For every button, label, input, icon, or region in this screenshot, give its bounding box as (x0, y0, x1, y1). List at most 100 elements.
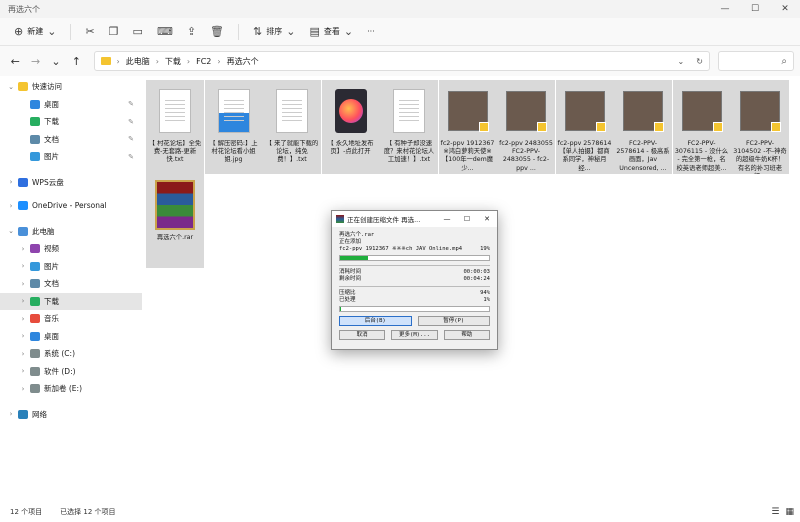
sidebar-item[interactable]: › 网络 (0, 406, 142, 424)
sidebar-item-label: 视频 (44, 244, 59, 254)
file-tile[interactable]: FC2-PPV-3076115 - 没什么 - 完全第一枪，名校英语老师超美..… (672, 80, 731, 174)
search-icon: ⌕ (781, 55, 787, 67)
search-input[interactable]: ⌕ (717, 51, 794, 71)
sidebar-item[interactable]: › 软件 (D:) (0, 363, 142, 381)
sidebar-item[interactable]: › 音乐 (0, 310, 142, 328)
sidebar-item[interactable]: ⌄ 快速访问 (0, 78, 142, 96)
details-view-icon[interactable]: ☰ (771, 507, 779, 517)
chevron-down-icon[interactable]: ⌄ (678, 57, 685, 66)
help-button[interactable]: 帮助 (443, 330, 490, 340)
file-tile[interactable]: 【 村花论坛】全免费-无套路-更新快.txt (146, 80, 204, 174)
expand-icon[interactable]: › (18, 367, 28, 375)
sidebar-item[interactable]: 文档 ✎ (0, 131, 142, 149)
breadcrumb-item[interactable]: FC2 (196, 57, 211, 66)
breadcrumb-item[interactable]: 此电脑 (126, 56, 150, 67)
expand-icon[interactable]: › (18, 245, 28, 253)
file-tile[interactable]: 【 有种子却没速度？来村花论坛人工加速！】.txt (380, 80, 438, 174)
maximize-button[interactable]: ☐ (740, 4, 770, 14)
view-icon: ▤ (309, 25, 320, 38)
copy-button[interactable]: ❐ (103, 22, 125, 41)
large-icons-view-icon[interactable]: ▦ (785, 507, 794, 517)
sidebar-item[interactable]: › 视频 (0, 240, 142, 258)
file-tile[interactable]: 【 永久地址发布页】-点此打开 (321, 80, 380, 174)
new-button[interactable]: ⊕ 新建 ⌄ (8, 22, 62, 41)
share-button[interactable]: ⇪ (181, 22, 202, 41)
sidebar-item[interactable]: 下载 ✎ (0, 113, 142, 131)
forward-button[interactable]: → (26, 55, 44, 68)
background-button[interactable]: 后台(B) (339, 316, 412, 326)
file-tile[interactable]: FC2-PPV-2578614 - 极高系画面，Jav Uncensored, … (614, 80, 672, 174)
mode-button[interactable]: 更多(M)... (391, 330, 438, 340)
paste-button[interactable]: ▭ (127, 22, 149, 41)
sidebar-item[interactable]: › 图片 (0, 258, 142, 276)
expand-icon[interactable]: ⌄ (6, 83, 16, 91)
expand-icon[interactable]: › (18, 262, 28, 270)
pin-icon: ✎ (128, 100, 134, 109)
file-tile[interactable]: 【 来了就能下载的论坛，纯免费！】.txt (263, 80, 321, 174)
recent-button[interactable]: ⌄ (47, 55, 65, 68)
view-button[interactable]: ▤ 查看 ⌄ (303, 22, 359, 41)
file-name: fc2-ppv 1912367 ※鸿白萝莉天使※【100年一dem魔少... (440, 140, 495, 172)
file-tile[interactable]: 再选六个.rar (146, 174, 204, 268)
dialog-maximize-button[interactable]: ☐ (457, 215, 477, 223)
expand-icon[interactable]: › (18, 350, 28, 358)
expand-icon[interactable]: › (18, 332, 28, 340)
sidebar-item[interactable]: 图片 ✎ (0, 148, 142, 166)
expand-icon[interactable]: › (6, 178, 16, 186)
expand-icon[interactable]: › (18, 315, 28, 323)
cancel-button[interactable]: 取消 (339, 330, 386, 340)
back-button[interactable]: ← (6, 55, 24, 68)
sidebar-item-label: 图片 (44, 261, 59, 271)
elapsed-time: 00:00:03 (463, 269, 491, 275)
remaining-time: 00:04:24 (463, 276, 491, 282)
sidebar-item[interactable]: › 文档 (0, 275, 142, 293)
folder-icon (30, 314, 40, 324)
status-bar: 12 个项目 已选择 12 个项目 ☰ ▦ (0, 502, 800, 522)
sidebar-item[interactable]: 桌面 ✎ (0, 96, 142, 114)
sort-button[interactable]: ⇅ 排序 ⌄ (247, 22, 301, 41)
pause-button[interactable]: 暂停(P) (417, 316, 490, 326)
dialog-close-button[interactable]: ✕ (477, 215, 497, 223)
folder-icon (30, 296, 40, 306)
sidebar-item[interactable]: › 下载 (0, 292, 142, 310)
expand-icon[interactable]: ⌄ (6, 227, 16, 235)
sidebar-item-label: 系统 (C:) (44, 349, 75, 359)
expand-icon[interactable]: › (6, 410, 16, 418)
expand-icon[interactable]: › (18, 297, 28, 305)
sidebar-item-label: 图片 (44, 152, 59, 162)
rename-button[interactable]: ⌨ (151, 22, 179, 41)
file-tile[interactable]: FC2-PPV-3104502 -不-神奇的超级牛奶K杯！有名的补习班老师... (731, 80, 789, 174)
sidebar-item[interactable]: › 新加卷 (E:) (0, 380, 142, 398)
text-file-icon (159, 89, 191, 133)
cut-button[interactable]: ✂ (79, 22, 100, 41)
file-tile[interactable]: fc2-ppv 2578614 【单人拍摄】都商系同学，神秘月经... (555, 80, 614, 174)
file-tile[interactable]: fc2-ppv 2483055 FC2-PPV-2483055 - fc2-pp… (497, 80, 555, 174)
expand-icon[interactable]: › (6, 202, 16, 210)
sidebar-item-label: 文档 (44, 279, 59, 289)
dialog-minimize-button[interactable]: — (437, 215, 457, 223)
address-bar[interactable]: › 此电脑 › 下载 › FC2 › 再选六个 ⌄ ↻ (93, 51, 710, 71)
folder-icon (100, 57, 111, 65)
sidebar-item[interactable]: › WPS云盘 (0, 174, 142, 192)
file-explorer-window: 再选六个 — ☐ ✕ ⊕ 新建 ⌄ ✂ ❐ ▭ ⌨ ⇪ 🗑 ⇅ 排序 ⌄ ▤ 查看 ⌄ ··… (0, 0, 800, 522)
file-tile[interactable]: fc2-ppv 1912367 ※鸿白萝莉天使※【100年一dem魔少... (438, 80, 497, 174)
title-bar: 再选六个 — ☐ ✕ (0, 0, 800, 18)
file-tile[interactable]: 【 解压密码:】上村花论坛看小姐姐.jpg (204, 80, 263, 174)
minimize-button[interactable]: — (710, 4, 740, 14)
expand-icon[interactable]: › (18, 280, 28, 288)
sidebar-item[interactable]: › OneDrive - Personal (0, 197, 142, 215)
trash-icon: 🗑 (210, 25, 225, 38)
close-button[interactable]: ✕ (770, 4, 800, 14)
file-name: 【 来了就能下载的论坛，纯免费！】.txt (265, 140, 319, 164)
breadcrumb-item[interactable]: 再选六个 (227, 56, 259, 67)
sidebar-item[interactable]: › 系统 (C:) (0, 345, 142, 363)
more-button[interactable]: ··· (361, 24, 381, 39)
refresh-icon[interactable]: ↻ (696, 57, 703, 66)
up-button[interactable]: ↑ (67, 55, 85, 68)
breadcrumb-item[interactable]: 下载 (165, 56, 181, 67)
sidebar-item[interactable]: ⌄ 此电脑 (0, 223, 142, 241)
total-progress-bar (339, 306, 490, 312)
expand-icon[interactable]: › (18, 385, 28, 393)
sidebar-item[interactable]: › 桌面 (0, 328, 142, 346)
delete-button[interactable]: 🗑 (204, 22, 230, 41)
